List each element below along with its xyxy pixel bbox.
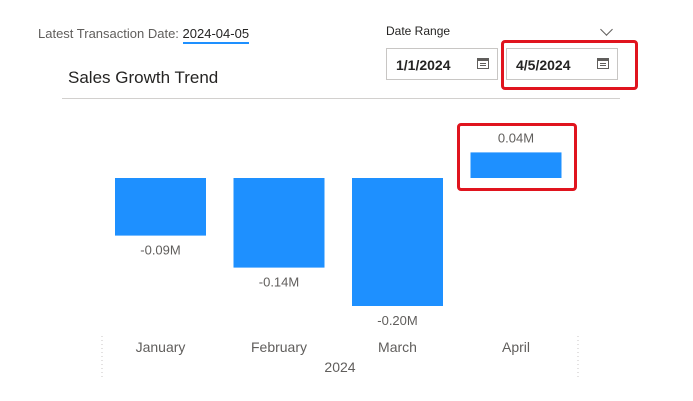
category-tick-label: April (502, 339, 530, 355)
data-label: -0.14M (259, 275, 299, 290)
data-label: -0.09M (140, 243, 180, 258)
category-tick-label: February (251, 339, 307, 355)
bar-january[interactable] (115, 178, 206, 236)
bar-march[interactable] (352, 178, 443, 306)
data-label: -0.20M (377, 313, 417, 328)
bar-april[interactable] (470, 152, 562, 178)
bar-february[interactable] (233, 178, 325, 268)
category-tick-label: March (378, 339, 417, 355)
sales-growth-chart: -0.09M January -0.14M February -0.20M March 0.… (101, 130, 579, 380)
data-label: 0.04M (498, 130, 534, 145)
category-tick-label: January (136, 339, 186, 355)
year-axis-label: 2024 (324, 359, 355, 375)
